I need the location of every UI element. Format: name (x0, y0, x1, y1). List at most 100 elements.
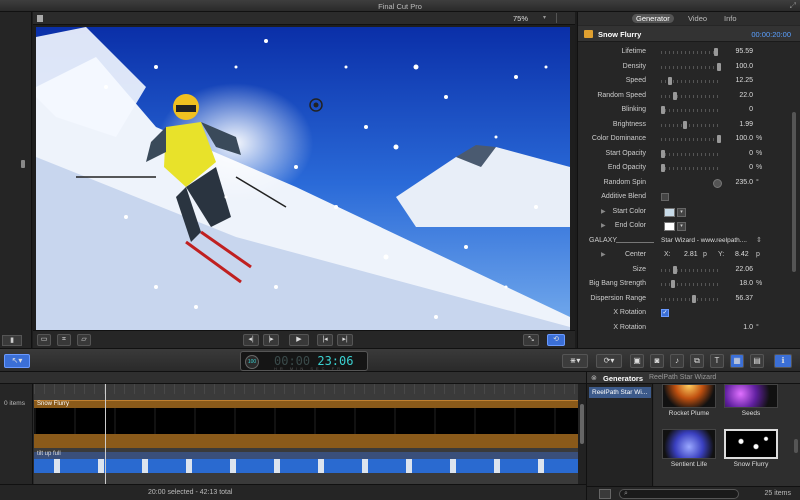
sidebar-toggle-button[interactable]: ▮ (2, 335, 22, 346)
param-slider[interactable] (661, 120, 721, 129)
param-slider[interactable] (661, 106, 721, 114)
slider-knob[interactable] (661, 106, 665, 114)
param-value[interactable]: 1.0 (743, 324, 753, 331)
param-value[interactable]: 0 (749, 106, 753, 113)
disclosure-triangle-icon[interactable]: ▶ (601, 222, 606, 229)
param-value[interactable]: 12.25 (735, 77, 753, 84)
resize-handle[interactable] (21, 160, 25, 168)
view-options-button[interactable]: ▭ (37, 334, 51, 346)
playhead[interactable] (105, 384, 106, 484)
play-button[interactable]: ▶ (289, 334, 309, 346)
color-swatch[interactable] (664, 207, 675, 217)
fullscreen-icon[interactable]: ⤢ (790, 1, 796, 11)
center-x-value[interactable]: 2.81 (684, 251, 698, 258)
zoom-level[interactable]: 75% (513, 14, 528, 23)
effects-menu-button[interactable]: ⋇▾ (562, 354, 588, 368)
timeline-scrollbar[interactable] (578, 384, 586, 484)
crop-icon[interactable]: ⌗ (57, 334, 71, 346)
param-value[interactable]: 0 (749, 150, 753, 157)
fullscreen-view-button[interactable]: ⤡ (523, 334, 539, 346)
tab-generator[interactable]: Generator (632, 14, 674, 23)
param-value[interactable]: 56.37 (735, 295, 753, 302)
library-icon[interactable]: ▣ (630, 354, 644, 368)
chevron-down-icon[interactable]: ▾ (677, 222, 686, 231)
slider-knob[interactable] (661, 164, 665, 172)
param-value[interactable]: 100.0 (735, 63, 753, 70)
slider-knob[interactable] (714, 48, 719, 56)
timeline-ruler[interactable] (34, 384, 578, 394)
param-value[interactable]: 22.06 (735, 266, 753, 273)
thumb-snow-flurry[interactable] (724, 429, 778, 459)
param-slider[interactable] (661, 48, 721, 56)
param-slider[interactable] (661, 149, 721, 158)
preset-value[interactable]: Star Wizard - www.reelpath.... (661, 237, 747, 244)
slider-knob[interactable] (683, 120, 688, 129)
distort-icon[interactable]: ▱ (77, 334, 91, 346)
param-slider[interactable] (661, 91, 721, 100)
go-to-start-button[interactable]: |◂ (317, 334, 333, 346)
transitions-icon[interactable]: ⧉ (690, 354, 704, 368)
clip-tilt-up-frames[interactable] (34, 459, 578, 473)
slider-knob[interactable] (661, 149, 665, 158)
param-slider[interactable] (661, 164, 721, 172)
inspector-scrollbar[interactable] (792, 112, 796, 272)
slider-knob[interactable] (692, 294, 697, 303)
music-icon[interactable]: ♪ (670, 354, 684, 368)
param-value[interactable]: 0 (749, 164, 753, 171)
browser-scrollbar[interactable] (794, 439, 798, 453)
param-value[interactable]: 18.0 (739, 280, 753, 287)
color-swatch[interactable] (664, 222, 675, 231)
next-frame-button[interactable]: |▸ (263, 334, 279, 346)
x-rotation-checkbox[interactable]: ✓ (661, 309, 669, 317)
param-slider[interactable] (661, 62, 721, 71)
titles-icon[interactable]: T (710, 354, 724, 368)
param-slider[interactable] (661, 280, 721, 288)
photo-icon[interactable]: ◙ (650, 354, 664, 368)
clip-tilt-up[interactable]: tilt up full (34, 451, 578, 459)
slider-knob[interactable] (673, 91, 678, 100)
chevron-down-icon[interactable]: ▾ (543, 14, 546, 21)
themes-icon[interactable]: ▤ (750, 354, 764, 368)
timeline-scroll-thumb[interactable] (580, 404, 584, 444)
slider-knob[interactable] (673, 265, 678, 274)
loop-button[interactable]: ⟲ (547, 334, 565, 346)
retime-button[interactable]: ⟳▾ (596, 354, 622, 368)
clip-snow-flurry[interactable]: Snow Flurry (34, 400, 578, 408)
param-slider[interactable] (661, 265, 721, 274)
updown-icon[interactable]: ⇕ (756, 236, 762, 244)
go-to-end-button[interactable]: ▸| (337, 334, 353, 346)
tab-video[interactable]: Video (684, 14, 711, 23)
thumb-sentient-life[interactable] (662, 429, 716, 459)
category-item[interactable]: ReelPath Star Wi... (589, 387, 651, 398)
close-icon[interactable]: ⊗ (591, 374, 597, 382)
slider-knob[interactable] (667, 77, 672, 85)
disclosure-triangle-icon[interactable]: ▶ (601, 208, 606, 215)
param-value[interactable]: 1.99 (739, 121, 753, 128)
tab-info[interactable]: Info (720, 14, 741, 23)
viewer-canvas[interactable] (36, 27, 570, 340)
select-tool-button[interactable]: ↖▾ (4, 354, 30, 368)
additive-blend-checkbox[interactable] (661, 193, 669, 201)
slider-knob[interactable] (717, 62, 721, 71)
inspector-icon[interactable]: ℹ (774, 354, 792, 368)
generators-icon[interactable]: ▦ (730, 354, 744, 368)
param-value[interactable]: 22.0 (739, 92, 753, 99)
clip-snow-flurry-audio[interactable] (34, 434, 578, 448)
center-y-value[interactable]: 8.42 (735, 251, 749, 258)
param-slider[interactable] (661, 294, 721, 303)
previous-frame-button[interactable]: ◂| (243, 334, 259, 346)
browser-toggle-button[interactable] (599, 489, 611, 499)
clip-snow-flurry-frames[interactable] (34, 408, 578, 434)
chevron-down-icon[interactable]: ▾ (677, 207, 686, 217)
slider-knob[interactable] (671, 280, 676, 288)
timeline-tracks[interactable]: Snow Flurry tilt up full (34, 384, 578, 484)
param-value[interactable]: 235.0 (735, 179, 753, 186)
param-value[interactable]: 95.59 (735, 48, 753, 55)
search-input[interactable]: ⌕ (619, 489, 739, 499)
param-slider[interactable] (661, 77, 721, 85)
disclosure-triangle-icon[interactable]: ▶ (601, 251, 606, 258)
param-slider[interactable] (661, 135, 721, 143)
param-value[interactable]: 100.0 (735, 135, 753, 142)
slider-knob[interactable] (717, 135, 721, 143)
thumb-rocket-plume[interactable] (662, 384, 716, 408)
